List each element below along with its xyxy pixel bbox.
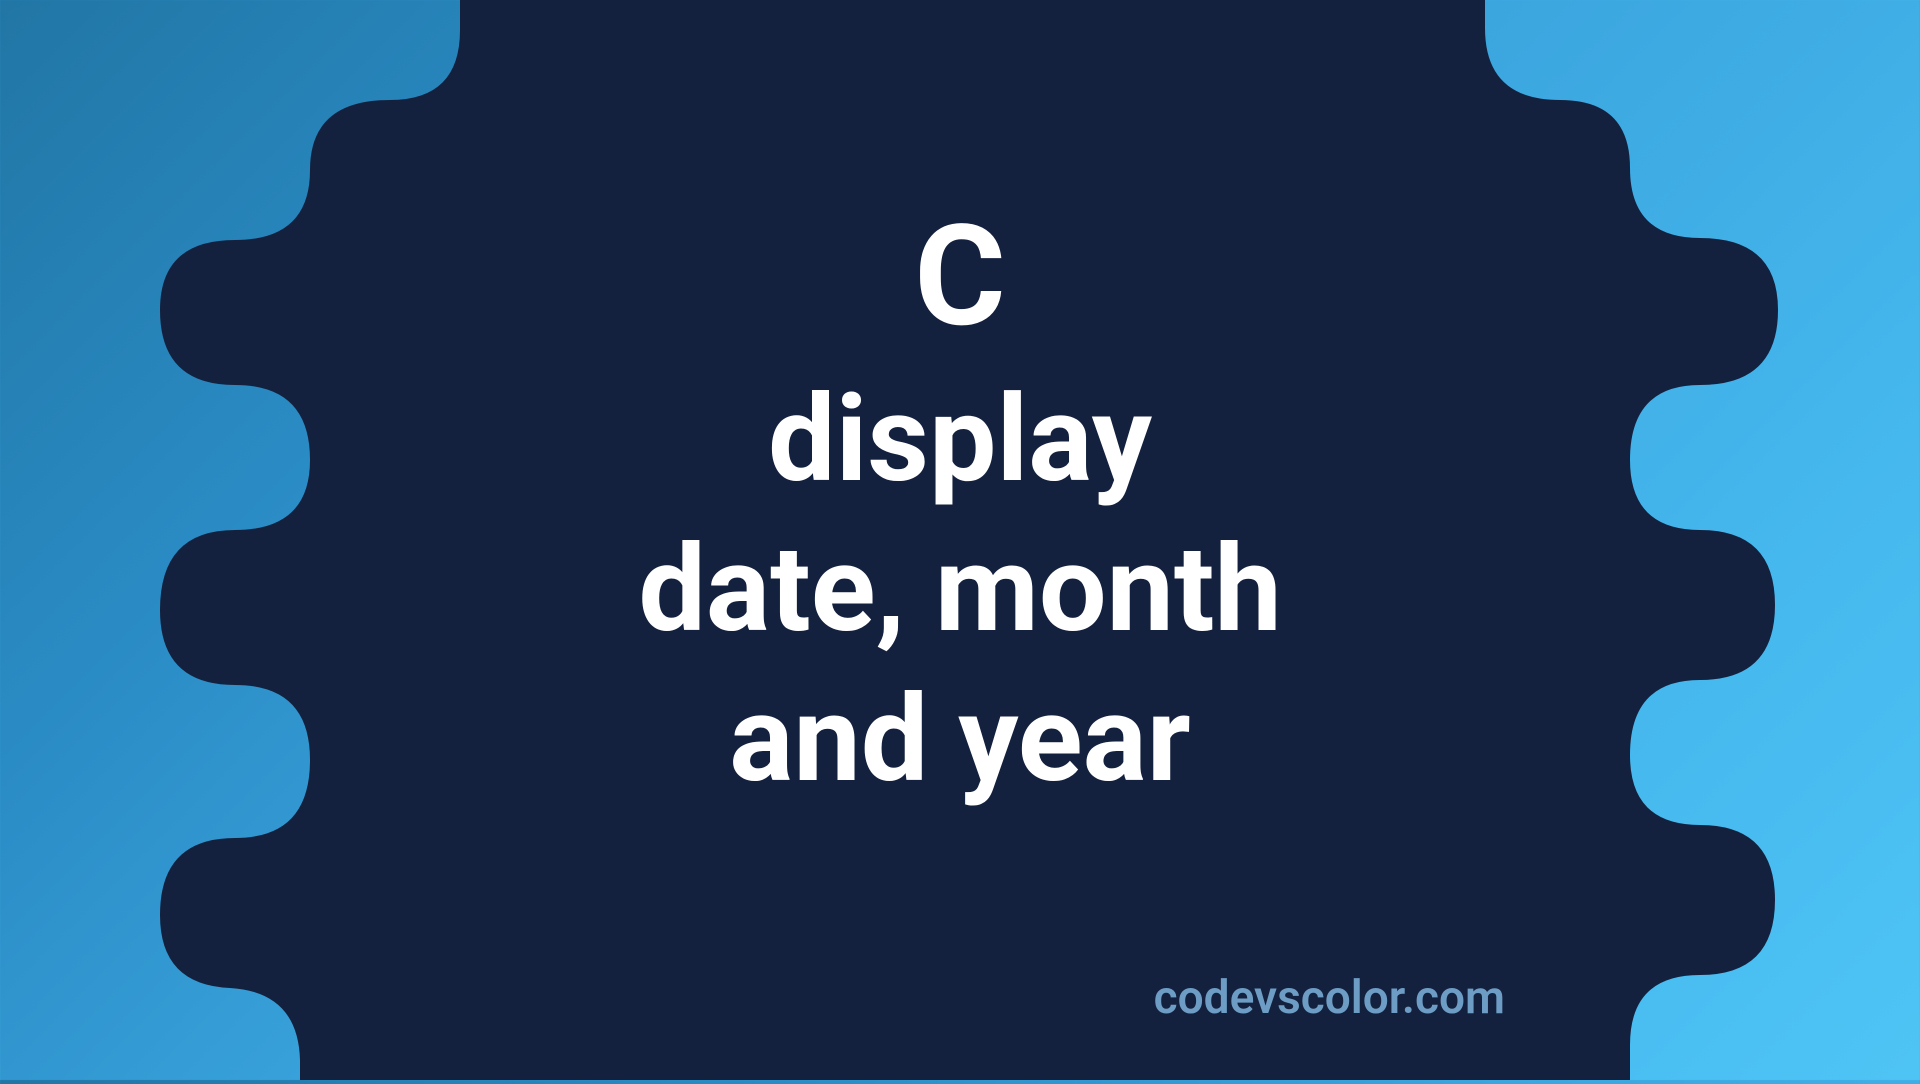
title-line-3: date, month <box>638 515 1281 665</box>
watermark-text: codevscolor.com <box>1154 971 1505 1025</box>
title-line-2: display <box>638 365 1281 515</box>
title-line-1: C <box>638 190 1281 365</box>
title-line-4: and year <box>638 665 1281 815</box>
title-block: C display date, month and year <box>638 190 1281 815</box>
